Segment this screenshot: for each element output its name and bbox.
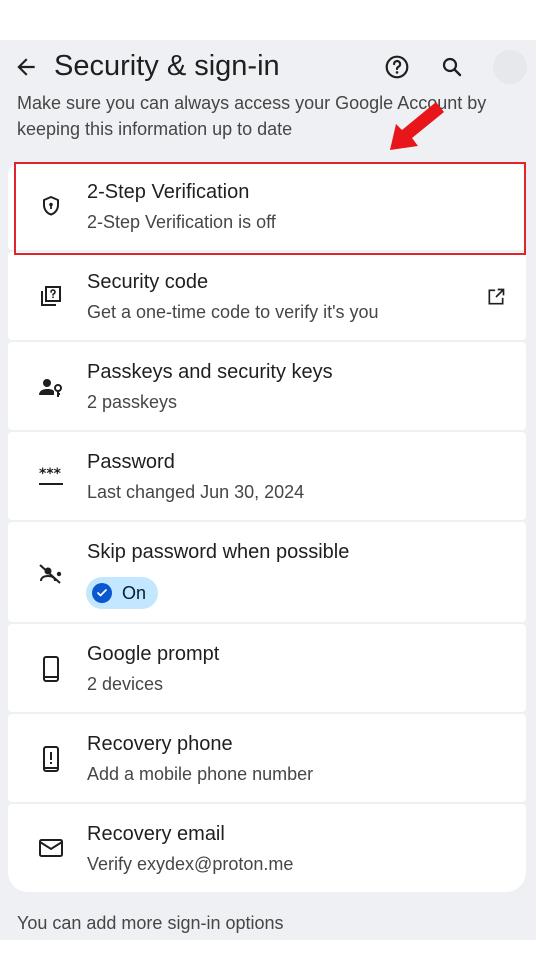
item-title: Google prompt — [87, 643, 220, 665]
mail-icon — [38, 835, 64, 861]
red-arrow-icon — [390, 102, 444, 150]
security-code-icon — [38, 283, 64, 309]
chip-label: On — [122, 582, 147, 603]
footer-text: You can add more sign-in options — [17, 913, 284, 933]
page-title: Security & sign-in — [54, 50, 280, 82]
passkey-icon — [38, 374, 64, 400]
status-chip-on: On — [86, 577, 159, 609]
check-circle-icon — [92, 583, 112, 603]
item-subtitle: Verify exydex@proton.me — [87, 854, 294, 874]
item-title: Recovery phone — [87, 733, 233, 755]
svg-text:***: *** — [39, 466, 62, 482]
item-subtitle: Last changed Jun 30, 2024 — [87, 482, 305, 502]
search-icon — [442, 57, 462, 77]
phone-icon — [38, 656, 64, 682]
list-item-security-code[interactable]: Security code Get a one-time code to ver… — [8, 252, 526, 340]
list-item-google-prompt[interactable]: Google prompt 2 devices — [8, 624, 526, 712]
help-button[interactable] — [378, 48, 416, 86]
list-item-password[interactable]: *** Password Last changed Jun 30, 2024 — [8, 432, 526, 520]
list-item-recovery-email[interactable]: Recovery email Verify exydex@proton.me — [8, 804, 526, 892]
item-title: Recovery email — [87, 823, 225, 845]
item-title: Passkeys and security keys — [87, 361, 333, 383]
arrow-back-icon — [17, 58, 35, 76]
item-subtitle: Add a mobile phone number — [87, 764, 314, 784]
search-button[interactable] — [433, 48, 471, 86]
item-title: Security code — [87, 271, 209, 293]
list-item-passkeys[interactable]: Passkeys and security keys 2 passkeys — [8, 342, 526, 430]
avatar[interactable] — [493, 50, 527, 84]
password-icon: *** — [38, 463, 64, 489]
item-subtitle: 2 devices — [87, 674, 164, 694]
help-icon — [385, 55, 409, 79]
item-title: Password — [87, 451, 175, 473]
item-title: Skip password when possible — [87, 541, 350, 563]
highlight-box — [14, 162, 526, 255]
app-bar: Security & sign-in — [0, 40, 536, 94]
phone-alert-icon — [38, 746, 64, 772]
item-subtitle: 2 passkeys — [87, 392, 178, 412]
back-button[interactable] — [6, 47, 46, 87]
item-subtitle: Get a one-time code to verify it's you — [87, 302, 379, 322]
open-in-new-icon — [484, 285, 508, 309]
list-item-recovery-phone[interactable]: Recovery phone Add a mobile phone number — [8, 714, 526, 802]
list-item-skip-password[interactable]: Skip password when possible On — [8, 522, 526, 622]
skip-password-icon — [38, 561, 64, 587]
